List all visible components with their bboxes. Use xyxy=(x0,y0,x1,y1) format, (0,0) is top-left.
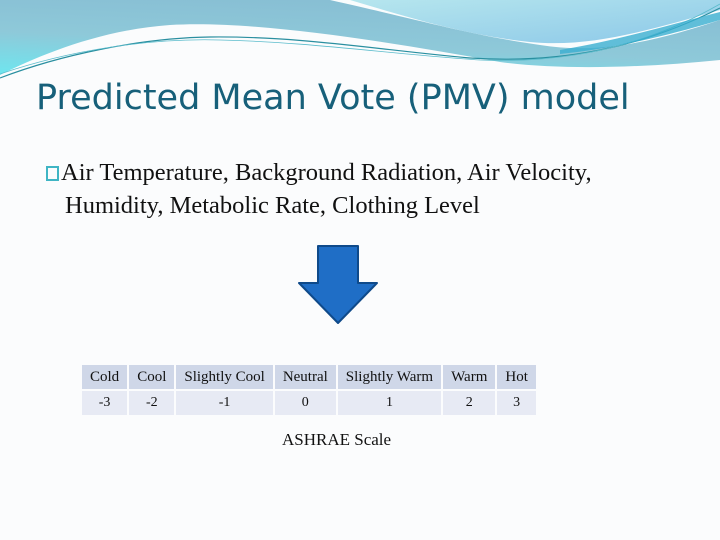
scale-label-cell: Cold xyxy=(82,365,128,389)
scale-label-cell: Slightly Warm xyxy=(337,365,442,389)
scale-label-cell: Cool xyxy=(129,365,175,389)
down-arrow-icon xyxy=(298,245,378,324)
scale-value-cell: 2 xyxy=(443,391,496,415)
hollow-square-bullet-icon xyxy=(46,166,59,181)
ashrae-scale-table: Cold Cool Slightly Cool Neutral Slightly… xyxy=(80,363,538,417)
scale-value-cell: -2 xyxy=(129,391,175,415)
scale-labels-row: Cold Cool Slightly Cool Neutral Slightly… xyxy=(82,365,536,389)
scale-label-cell: Warm xyxy=(443,365,496,389)
scale-label-cell: Neutral xyxy=(274,365,336,389)
scale-caption: ASHRAE Scale xyxy=(282,430,392,449)
scale-label-cell: Hot xyxy=(497,365,536,389)
scale-value-cell: -1 xyxy=(176,391,273,415)
bullet-line-1: Air Temperature, Background Radiation, A… xyxy=(61,159,592,186)
scale-label-cell: Slightly Cool xyxy=(176,365,273,389)
header-wave-decoration xyxy=(0,0,720,79)
scale-value-cell: 1 xyxy=(337,391,442,415)
scale-values-row: -3 -2 -1 0 1 2 3 xyxy=(82,391,536,415)
scale-value-cell: 0 xyxy=(274,391,336,415)
slide-title: Predicted Mean Vote (PMV) model xyxy=(36,78,630,118)
bullet-line-2: Humidity, Metabolic Rate, Clothing Level xyxy=(65,192,480,219)
scale-value-cell: 3 xyxy=(497,391,536,415)
scale-value-cell: -3 xyxy=(82,391,128,415)
bullet-point: Air Temperature, Background Radiation, A… xyxy=(46,156,706,222)
